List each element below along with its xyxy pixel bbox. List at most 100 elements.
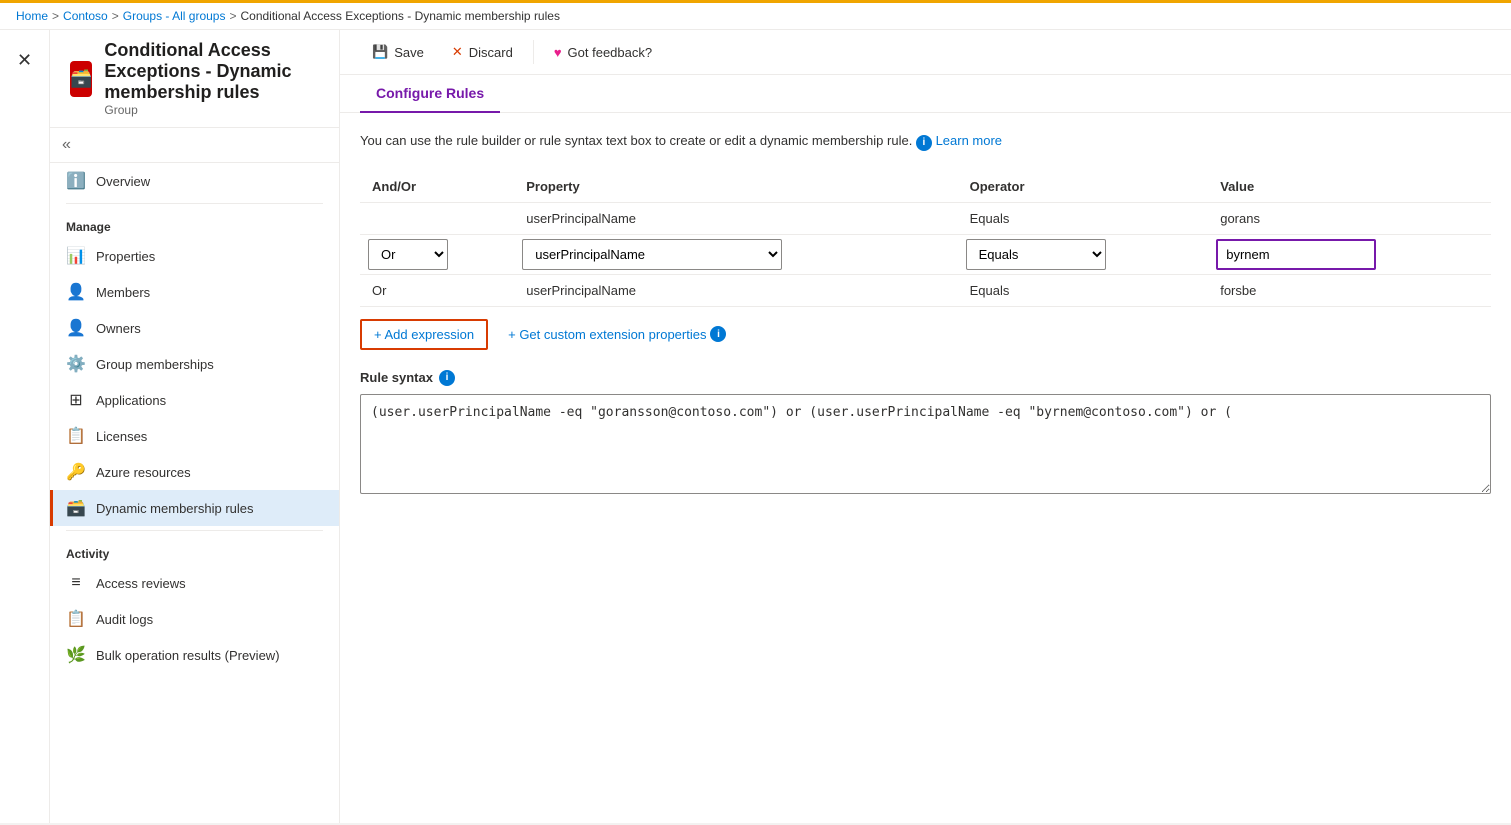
andor-select[interactable]: And Or (368, 239, 448, 270)
info-icon[interactable]: i (916, 135, 932, 151)
sidebar-item-owners[interactable]: 👤 Owners (50, 310, 339, 346)
sidebar-item-label: Audit logs (96, 612, 153, 627)
sidebar-item-group-memberships[interactable]: ⚙️ Group memberships (50, 346, 339, 382)
cell-andor (360, 202, 514, 234)
col-property: Property (514, 171, 957, 203)
page-subtitle: Group (104, 103, 319, 117)
sidebar-item-properties[interactable]: 📊 Properties (50, 238, 339, 274)
cell-property: userPrincipalName (514, 202, 957, 234)
sidebar-item-label: Properties (96, 249, 155, 264)
activity-section-label: Activity (50, 535, 339, 565)
rule-syntax-label: Rule syntax i (360, 370, 1491, 386)
sidebar-item-dynamic-membership-rules[interactable]: 🗃️ Dynamic membership rules (50, 490, 339, 526)
sidebar-item-licenses[interactable]: 📋 Licenses (50, 418, 339, 454)
rule-table: And/Or Property Operator Value userPrinc… (360, 171, 1491, 307)
edit-andor-cell: And Or (360, 234, 514, 274)
close-button[interactable]: ✕ (13, 46, 36, 75)
learn-more-link[interactable]: Learn more (936, 133, 1002, 148)
applications-icon: ⊞ (66, 390, 86, 410)
breadcrumb-current: Conditional Access Exceptions - Dynamic … (240, 9, 559, 23)
licenses-icon: 📋 (66, 426, 86, 446)
nav-divider-2 (66, 530, 323, 531)
toolbar-divider (533, 40, 534, 64)
nav-header: 🗃️ Conditional Access Exceptions - Dynam… (50, 30, 339, 128)
feedback-button[interactable]: ♥ Got feedback? (542, 39, 664, 66)
cell-andor: Or (360, 274, 514, 306)
group-memberships-icon: ⚙️ (66, 354, 86, 374)
col-operator: Operator (958, 171, 1209, 203)
collapse-nav-button[interactable]: « (62, 136, 71, 154)
sidebar-item-label: Dynamic membership rules (96, 501, 254, 516)
info-text: You can use the rule builder or rule syn… (360, 133, 1491, 151)
rule-syntax-textarea[interactable]: (user.userPrincipalName -eq "goransson@c… (360, 394, 1491, 494)
custom-ext-info-icon[interactable]: i (710, 326, 726, 342)
header-icon: 🗃️ (70, 61, 92, 97)
sidebar-item-label: Applications (96, 393, 166, 408)
toolbar: 💾 Save ✕ Discard ♥ Got feedback? (340, 30, 1511, 75)
breadcrumb: Home > Contoso > Groups - All groups > C… (0, 0, 1511, 30)
breadcrumb-home[interactable]: Home (16, 9, 48, 23)
dynamic-membership-icon: 🗃️ (66, 498, 86, 518)
main-content: 💾 Save ✕ Discard ♥ Got feedback? Configu… (340, 30, 1511, 823)
nav-divider-1 (66, 203, 323, 204)
sidebar-item-members[interactable]: 👤 Members (50, 274, 339, 310)
owners-icon: 👤 (66, 318, 86, 338)
sidebar-item-label: Members (96, 285, 150, 300)
sidebar-item-label: Access reviews (96, 576, 186, 591)
sidebar-item-bulk-operation[interactable]: 🌿 Bulk operation results (Preview) (50, 637, 339, 673)
sidebar-item-applications[interactable]: ⊞ Applications (50, 382, 339, 418)
cell-value: forsbe (1208, 274, 1491, 306)
feedback-icon: ♥ (554, 45, 562, 60)
left-nav: 🗃️ Conditional Access Exceptions - Dynam… (50, 30, 340, 823)
actions-row: + Add expression + Get custom extension … (360, 319, 1491, 350)
rule-syntax-section: Rule syntax i (user.userPrincipalName -e… (360, 370, 1491, 497)
overview-icon: ℹ️ (66, 171, 86, 191)
save-icon: 💾 (372, 44, 388, 60)
members-icon: 👤 (66, 282, 86, 302)
sidebar-item-overview[interactable]: ℹ️ Overview (50, 163, 339, 199)
property-select[interactable]: userPrincipalName (522, 239, 782, 270)
edit-value-cell (1208, 234, 1491, 274)
content-body: You can use the rule builder or rule syn… (340, 113, 1511, 823)
add-expression-button[interactable]: + Add expression (360, 319, 488, 350)
rule-row-edit: And Or userPrincipalName Equals Not Equa… (360, 234, 1491, 274)
table-row: userPrincipalName Equals gorans (360, 202, 1491, 234)
value-input[interactable] (1216, 239, 1376, 270)
azure-resources-icon: 🔑 (66, 462, 86, 482)
breadcrumb-contoso[interactable]: Contoso (63, 9, 108, 23)
sidebar-item-label: Owners (96, 321, 141, 336)
bulk-operation-icon: 🌿 (66, 645, 86, 665)
nav-collapse-header: « (50, 128, 339, 163)
edit-property-cell: userPrincipalName (514, 234, 957, 274)
table-row: Or userPrincipalName Equals forsbe (360, 274, 1491, 306)
save-button[interactable]: 💾 Save (360, 38, 436, 66)
sidebar-item-access-reviews[interactable]: ≡ Access reviews (50, 565, 339, 601)
sidebar-item-label: Licenses (96, 429, 147, 444)
cell-value: gorans (1208, 202, 1491, 234)
discard-button[interactable]: ✕ Discard (440, 38, 525, 66)
sidebar-toggle-area: ✕ (0, 30, 50, 823)
operator-select[interactable]: Equals Not Equals Contains (966, 239, 1106, 270)
sidebar-item-label: Azure resources (96, 465, 191, 480)
breadcrumb-groups[interactable]: Groups - All groups (123, 9, 226, 23)
sidebar-item-label: Overview (96, 174, 150, 189)
audit-logs-icon: 📋 (66, 609, 86, 629)
rule-syntax-info-icon[interactable]: i (439, 370, 455, 386)
access-reviews-icon: ≡ (66, 573, 86, 593)
properties-icon: 📊 (66, 246, 86, 266)
page-title: Conditional Access Exceptions - Dynamic … (104, 40, 319, 103)
col-andor: And/Or (360, 171, 514, 203)
sidebar-item-azure-resources[interactable]: 🔑 Azure resources (50, 454, 339, 490)
sidebar-item-audit-logs[interactable]: 📋 Audit logs (50, 601, 339, 637)
tab-configure-rules[interactable]: Configure Rules (360, 75, 500, 113)
manage-section-label: Manage (50, 208, 339, 238)
cell-operator: Equals (958, 274, 1209, 306)
get-custom-extension-button[interactable]: + Get custom extension properties i (496, 320, 738, 348)
cell-property: userPrincipalName (514, 274, 957, 306)
col-value: Value (1208, 171, 1491, 203)
tabs: Configure Rules (340, 75, 1511, 113)
cell-operator: Equals (958, 202, 1209, 234)
discard-icon: ✕ (452, 44, 463, 60)
edit-operator-cell: Equals Not Equals Contains (958, 234, 1209, 274)
sidebar-item-label: Bulk operation results (Preview) (96, 648, 280, 663)
